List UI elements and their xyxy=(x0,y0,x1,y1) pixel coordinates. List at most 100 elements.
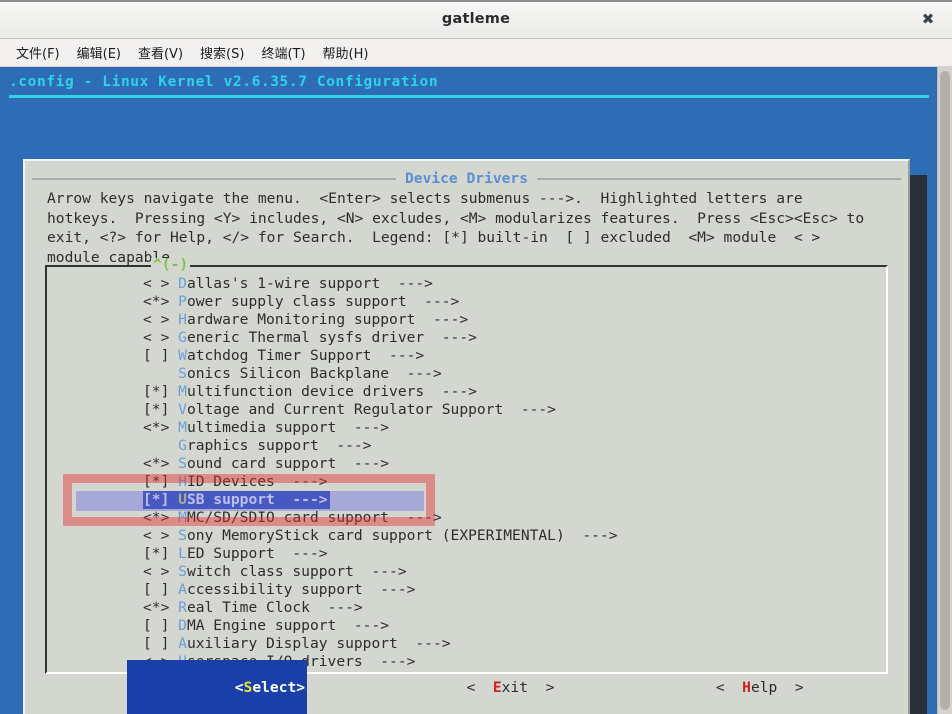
menu-row-text: eneric Thermal sysfs driver ---> xyxy=(186,329,477,346)
select-button-post: elect> xyxy=(252,679,306,696)
menu-row[interactable]: <*> Power supply class support ---> xyxy=(47,293,886,311)
menu-row-hotkey: G xyxy=(178,437,187,454)
dialog-title-rule-left xyxy=(32,178,396,180)
menu-row-text: ultimedia support ---> xyxy=(186,419,390,436)
menu-row-text: eal Time Clock ---> xyxy=(186,599,363,616)
kernel-config-title: .config - Linux Kernel v2.6.35.7 Configu… xyxy=(9,74,439,90)
menu-row-marker: < > xyxy=(143,563,179,580)
help-button-post: elp > xyxy=(750,679,804,696)
menu-row[interactable]: Sonics Silicon Backplane ---> xyxy=(47,365,886,383)
menu-row-text: ardware Monitoring support ---> xyxy=(186,311,469,328)
titlebar-top-line xyxy=(0,0,952,2)
menu-row-hotkey: H xyxy=(178,473,187,490)
menu-row[interactable]: < > Sony MemoryStick card support (EXPER… xyxy=(47,527,886,545)
menu-row-hotkey: G xyxy=(178,329,187,346)
menu-row-list: < > Dallas's 1-wire support ---> <*> Powe… xyxy=(47,275,886,671)
menu-row-hotkey: S xyxy=(178,563,187,580)
menu-row-marker: <*> xyxy=(143,419,179,436)
select-button[interactable]: <Select> xyxy=(127,660,308,714)
menu-row-hotkey: S xyxy=(178,527,187,544)
menu-row-marker: < > xyxy=(143,329,179,346)
menu-row[interactable]: <*> Sound card support ---> xyxy=(47,455,886,473)
menu-row-marker xyxy=(143,365,178,382)
menu-row[interactable]: <*> Multimedia support ---> xyxy=(47,419,886,437)
menu-row-marker: [*] xyxy=(143,383,179,400)
menu-row-marker: < > xyxy=(143,275,179,292)
menu-item-search[interactable]: 搜索(S) xyxy=(193,41,251,64)
menu-item-terminal[interactable]: 终端(T) xyxy=(254,41,312,64)
terminal-scrollbar-thumb[interactable] xyxy=(940,71,950,710)
menu-row[interactable]: <*> Real Time Clock ---> xyxy=(47,599,886,617)
menu-row-hotkey: L xyxy=(178,545,187,562)
menu-row-text: MA Engine support ---> xyxy=(186,617,390,634)
menu-row[interactable]: [ ] Accessibility support ---> xyxy=(47,581,886,599)
menu-item-help[interactable]: 帮助(H) xyxy=(316,41,376,64)
exit-button-hotkey: E xyxy=(492,679,502,696)
menu-row[interactable]: [*] HID Devices ---> xyxy=(47,473,886,491)
menu-row-text: oltage and Current Regulator Support ---… xyxy=(186,401,556,418)
menu-item-file[interactable]: 文件(F) xyxy=(9,41,67,64)
menu-row-label: [*] USB support ---> xyxy=(143,491,330,509)
menu-row-hotkey: S xyxy=(178,365,187,382)
menu-row-marker: [ ] xyxy=(143,635,179,652)
close-icon[interactable]: ✖ xyxy=(918,9,938,29)
menu-row-text: ED Support ---> xyxy=(186,545,328,562)
window-title: gatleme xyxy=(441,11,511,27)
menu-row-marker: < > xyxy=(143,527,179,544)
scroll-up-indicator: ^(-) xyxy=(151,256,191,273)
menu-row[interactable]: < > Generic Thermal sysfs driver ---> xyxy=(47,329,886,347)
dialog-button-row: <Select> < Exit > < Help > xyxy=(25,660,908,714)
menu-row-hotkey: D xyxy=(178,617,187,634)
menu-row-marker: [*] xyxy=(143,545,179,562)
menu-row[interactable]: Graphics support ---> xyxy=(47,437,886,455)
menu-row[interactable]: <*> MMC/SD/SDIO card support ---> xyxy=(47,509,886,527)
menu-row-hotkey: H xyxy=(178,311,187,328)
menu-row-text: ony MemoryStick card support (EXPERIMENT… xyxy=(186,527,618,544)
terminal-area[interactable]: .config - Linux Kernel v2.6.35.7 Configu… xyxy=(0,67,952,714)
menu-row[interactable]: < > Switch class support ---> xyxy=(47,563,886,581)
menu-row[interactable]: [ ] Watchdog Timer Support ---> xyxy=(47,347,886,365)
menuconfig-dialog: Device Drivers Arrow keys navigate the m… xyxy=(23,159,910,714)
menu-row[interactable]: [ ] DMA Engine support ---> xyxy=(47,617,886,635)
exit-button-post: xit > xyxy=(501,679,555,696)
help-button-hotkey: H xyxy=(742,679,751,696)
menu-row-text: raphics support ---> xyxy=(186,437,372,454)
menu-row-marker: [ ] xyxy=(143,581,179,598)
menu-row-text: ccessibility support ---> xyxy=(186,581,416,598)
menu-row[interactable]: < > Hardware Monitoring support ---> xyxy=(47,311,886,329)
menu-row-selected[interactable]: [*] USB support ---> xyxy=(47,491,886,509)
menu-row-hotkey: A xyxy=(178,581,187,598)
menu-row-marker: <*> xyxy=(143,509,179,526)
kernel-config-underline xyxy=(9,95,929,98)
dialog-title-rule-right xyxy=(537,178,902,180)
menu-row-marker: [ ] xyxy=(143,617,179,634)
menubar: 文件(F) 编辑(E) 查看(V) 搜索(S) 终端(T) 帮助(H) xyxy=(0,39,952,67)
menu-row-marker: [ ] xyxy=(143,347,179,364)
menu-row-hotkey: M xyxy=(178,383,187,400)
menu-row[interactable]: [*] Voltage and Current Regulator Suppor… xyxy=(47,401,886,419)
menu-row[interactable]: [*] LED Support ---> xyxy=(47,545,886,563)
dialog-title: Device Drivers xyxy=(405,170,529,187)
exit-button[interactable]: < Exit > xyxy=(359,660,556,714)
menu-row-text: ower supply class support ---> xyxy=(186,293,460,310)
menu-item-edit[interactable]: 编辑(E) xyxy=(70,41,128,64)
menu-row-marker: [*] xyxy=(143,473,179,490)
menu-row-hotkey: M xyxy=(178,509,187,526)
menu-row-marker: <*> xyxy=(143,599,179,616)
menu-listbox[interactable]: ^(-) └(+) < > Dallas's 1-wire support --… xyxy=(45,257,888,681)
menu-row-text: ultifunction device drivers ---> xyxy=(186,383,477,400)
help-button[interactable]: < Help > xyxy=(608,660,805,714)
menu-row-text: atchdog Timer Support ---> xyxy=(186,347,425,364)
terminal-window: gatleme ✖ 文件(F) 编辑(E) 查看(V) 搜索(S) 终端(T) … xyxy=(0,0,952,714)
menu-row[interactable]: < > Dallas's 1-wire support ---> xyxy=(47,275,886,293)
exit-button-pre: < xyxy=(466,679,493,696)
menu-row-hotkey: M xyxy=(178,419,187,436)
menu-row[interactable]: [*] Multifunction device drivers ---> xyxy=(47,383,886,401)
menu-row-hotkey: P xyxy=(178,293,187,310)
menu-row-hotkey: U xyxy=(178,491,187,508)
menu-item-view[interactable]: 查看(V) xyxy=(131,41,190,64)
menu-row[interactable]: [ ] Auxiliary Display support ---> xyxy=(47,635,886,653)
menu-row-hotkey: W xyxy=(178,347,187,364)
menu-row-text: onics Silicon Backplane ---> xyxy=(186,365,442,382)
terminal-scrollbar[interactable] xyxy=(937,67,952,714)
